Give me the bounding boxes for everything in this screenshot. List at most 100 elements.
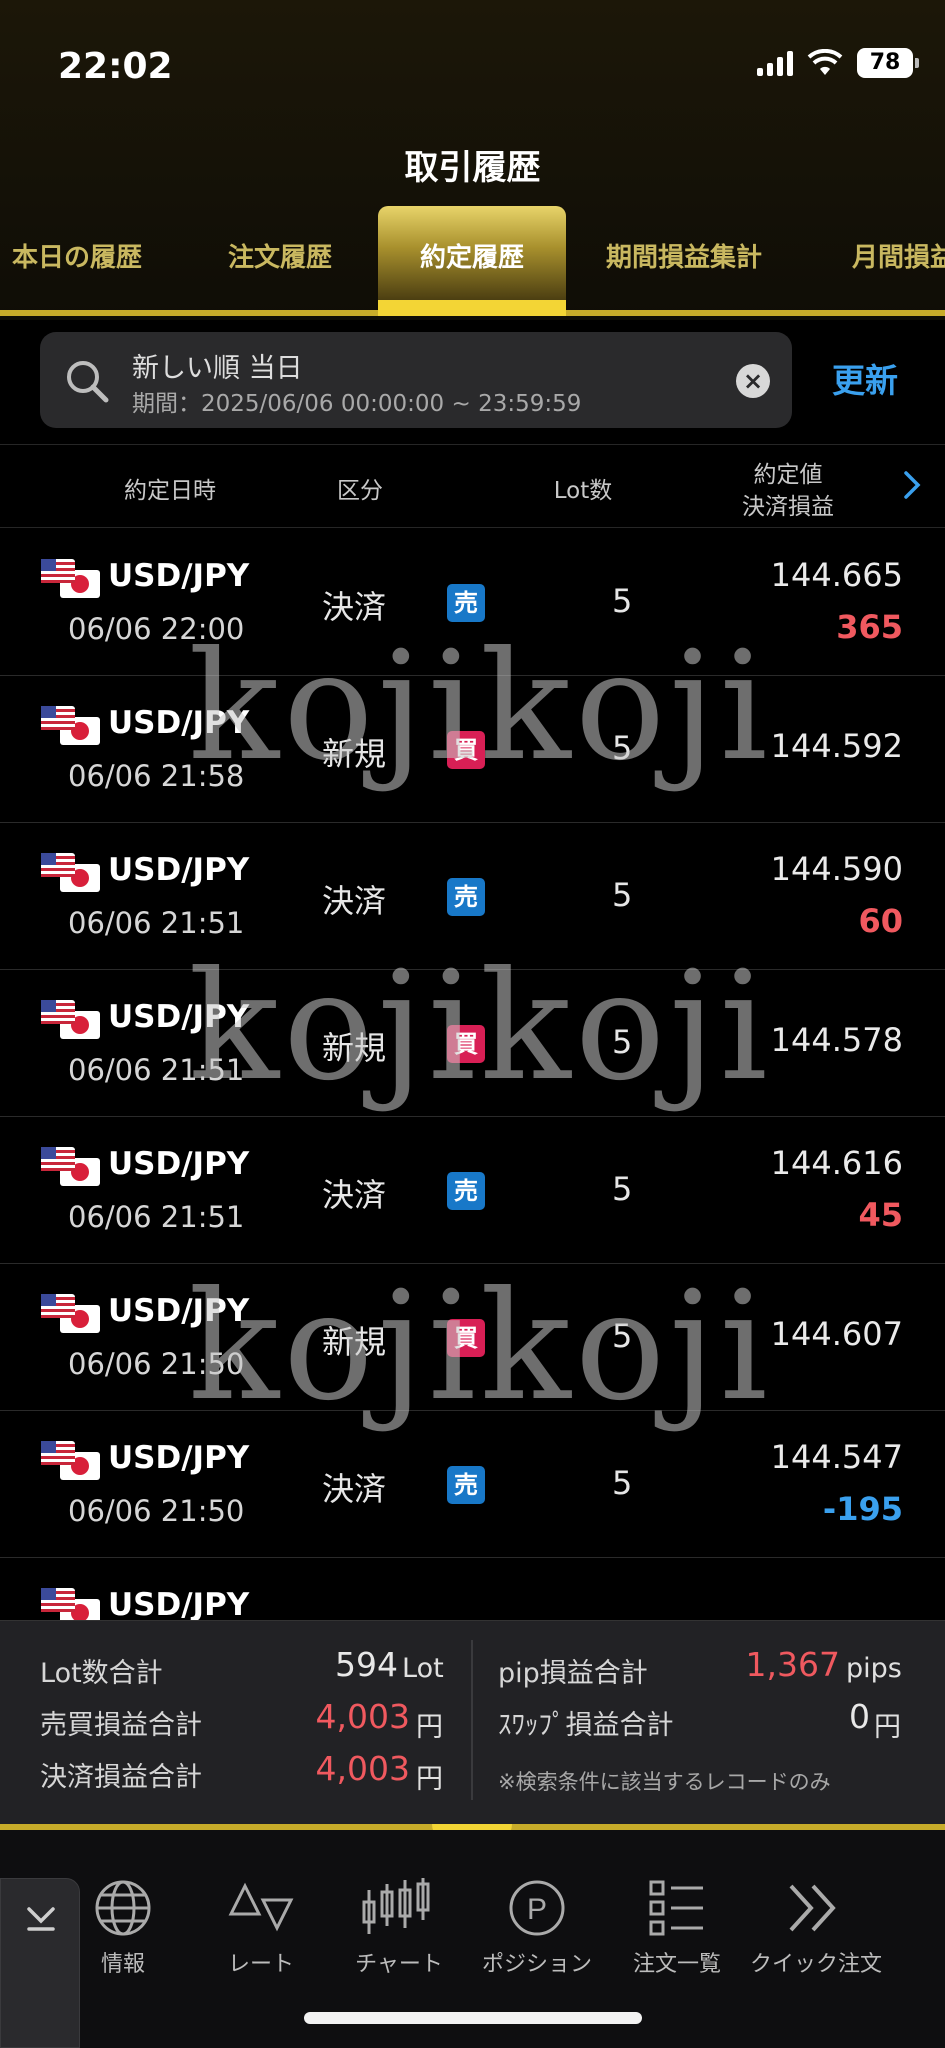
trade-row[interactable]: USD/JPY 06/06 21:58 新規 買 5 144.592 xyxy=(0,675,945,823)
home-indicator xyxy=(304,2012,642,2024)
svg-text:P: P xyxy=(527,1893,547,1926)
col-lot: Lot数 xyxy=(553,478,613,504)
trade-row[interactable]: USD/JPY 06/06 21:51 新規 買 5 144.578 xyxy=(0,969,945,1117)
currency-pair: USD/JPY xyxy=(108,1293,250,1329)
col-pl: 決済損益 xyxy=(742,494,834,520)
nav-label: チャート xyxy=(355,1952,443,1977)
execution-datetime: 06/06 22:00 xyxy=(68,612,245,646)
execution-datetime: 06/06 21:50 xyxy=(68,1494,245,1528)
execution-price: 144.616 xyxy=(770,1144,903,1182)
nav-label: ポジション xyxy=(481,1952,592,1977)
chart-icon xyxy=(362,1878,430,1934)
pip-total-value: 1,367 xyxy=(745,1645,840,1684)
usd-jpy-flag-icon xyxy=(41,706,100,745)
execution-price: 144.590 xyxy=(770,850,903,888)
usd-jpy-flag-icon xyxy=(41,1000,100,1039)
search-date-range: 期間：2025/06/06 00:00:00 ~ 23:59:59 xyxy=(132,391,582,417)
nav-label: 注文一覧 xyxy=(632,1952,721,1977)
trade-kind: 新規 xyxy=(322,735,387,773)
globe-icon xyxy=(95,1880,151,1936)
currency-pair: USD/JPY xyxy=(108,999,250,1035)
lot-count: 5 xyxy=(612,1023,633,1061)
wifi-icon xyxy=(807,49,843,75)
settlement-pl: 60 xyxy=(858,902,903,940)
nav-order-list[interactable]: 注文一覧 xyxy=(612,1876,742,1978)
nav-quick-order[interactable]: クイック注文 xyxy=(750,1876,883,1978)
chevron-right-icon[interactable] xyxy=(902,470,922,500)
settle-pl-value: 4,003 xyxy=(315,1749,410,1788)
nav-label: クイック注文 xyxy=(750,1952,883,1977)
currency-pair: USD/JPY xyxy=(108,852,250,888)
lot-count: 5 xyxy=(612,1170,633,1208)
usd-jpy-flag-icon xyxy=(41,1441,100,1480)
tab-today-history[interactable]: 本日の履歴 xyxy=(12,206,142,310)
usd-jpy-flag-icon xyxy=(41,1294,100,1333)
lot-count: 5 xyxy=(612,1464,633,1502)
nav-info[interactable]: 情報 xyxy=(58,1876,188,1978)
lot-total-label: Lot数合計 xyxy=(40,1658,163,1689)
execution-price: 144.547 xyxy=(770,1438,903,1476)
execution-datetime: 06/06 21:51 xyxy=(68,1200,245,1234)
buy-badge: 買 xyxy=(447,1025,485,1063)
currency-pair: USD/JPY xyxy=(108,558,250,594)
search-condition-box[interactable]: 新しい順 当日 期間：2025/06/06 00:00:00 ~ 23:59:5… xyxy=(40,332,792,428)
signal-icon xyxy=(757,50,793,76)
page-title: 取引履歴 xyxy=(404,148,541,188)
settlement-pl: 45 xyxy=(858,1196,903,1234)
trade-row[interactable]: USD/JPY xyxy=(0,1557,945,1620)
settlement-pl: -195 xyxy=(822,1490,903,1528)
tab-order-history[interactable]: 注文履歴 xyxy=(228,206,332,310)
summary-note: ※検索条件に該当するレコードのみ xyxy=(498,1770,831,1794)
tab-active-indicator xyxy=(378,300,566,316)
trade-kind: 新規 xyxy=(322,1029,387,1067)
nav-position[interactable]: P ポジション xyxy=(472,1876,602,1978)
lot-unit: Lot xyxy=(402,1653,444,1684)
execution-datetime: 06/06 21:51 xyxy=(68,906,245,940)
tab-monthly-pl[interactable]: 月間損益 xyxy=(852,206,945,310)
tab-period-pl[interactable]: 期間損益集計 xyxy=(606,206,762,310)
sell-badge: 売 xyxy=(447,878,485,916)
trade-kind: 新規 xyxy=(322,1323,387,1361)
col-price: 約定値 xyxy=(753,462,823,488)
buy-badge: 買 xyxy=(447,1319,485,1357)
trade-row[interactable]: USD/JPY 06/06 21:50 決済 売 5 144.547 -195 xyxy=(0,1410,945,1558)
sell-badge: 売 xyxy=(447,1172,485,1210)
nav-rate[interactable]: レート xyxy=(196,1876,326,1978)
yen-unit: 円 xyxy=(416,1764,443,1795)
col-kind: 区分 xyxy=(337,478,383,504)
status-time: 22:02 xyxy=(58,46,173,87)
column-header: 約定日時 区分 Lot数 約定値 決済損益 xyxy=(0,444,945,528)
nav-chart[interactable]: チャート xyxy=(334,1876,464,1978)
execution-price: 144.578 xyxy=(770,1021,903,1059)
execution-datetime: 06/06 21:58 xyxy=(68,759,245,793)
lot-count: 5 xyxy=(612,729,633,767)
trade-list: USD/JPY 06/06 22:00 決済売 5 144.665 365 USD/JPY 0… xyxy=(0,528,945,1620)
pip-total-label: pip損益合計 xyxy=(498,1658,648,1689)
sell-badge: 売 xyxy=(447,584,485,622)
trade-row[interactable]: USD/JPY 06/06 21:51 決済 売 5 144.616 45 xyxy=(0,1116,945,1264)
usd-jpy-flag-icon xyxy=(41,559,100,598)
rate-icon xyxy=(228,1882,294,1932)
nav-label: 情報 xyxy=(100,1952,145,1977)
nav-label: レート xyxy=(227,1952,294,1977)
trade-row[interactable]: USD/JPY 06/06 22:00 決済 売 5 144.665 365 xyxy=(0,528,945,676)
status-icons: 78 xyxy=(757,48,919,78)
execution-price: 144.607 xyxy=(770,1315,903,1353)
tab-execution-history[interactable]: 約定履歴 xyxy=(378,206,566,310)
battery-icon: 78 xyxy=(857,48,919,78)
currency-pair: USD/JPY xyxy=(108,1146,250,1182)
usd-jpy-flag-icon xyxy=(41,1147,100,1186)
lot-count: 5 xyxy=(612,1317,633,1355)
order-list-icon xyxy=(649,1880,703,1936)
trade-kind: 決済 xyxy=(322,588,387,626)
execution-price: 144.665 xyxy=(770,556,903,594)
yen-unit: 円 xyxy=(874,1712,901,1743)
trade-pl-value: 4,003 xyxy=(315,1697,410,1736)
trade-row[interactable]: USD/JPY 06/06 21:51 決済 売 5 144.590 60 xyxy=(0,822,945,970)
lot-count: 5 xyxy=(612,582,633,620)
execution-datetime: 06/06 21:50 xyxy=(68,1347,245,1381)
yen-unit: 円 xyxy=(416,1712,443,1743)
clear-icon[interactable]: × xyxy=(736,364,770,398)
trade-row[interactable]: USD/JPY 06/06 21:50 新規 買 5 144.607 xyxy=(0,1263,945,1411)
refresh-button[interactable]: 更新 xyxy=(832,354,898,402)
